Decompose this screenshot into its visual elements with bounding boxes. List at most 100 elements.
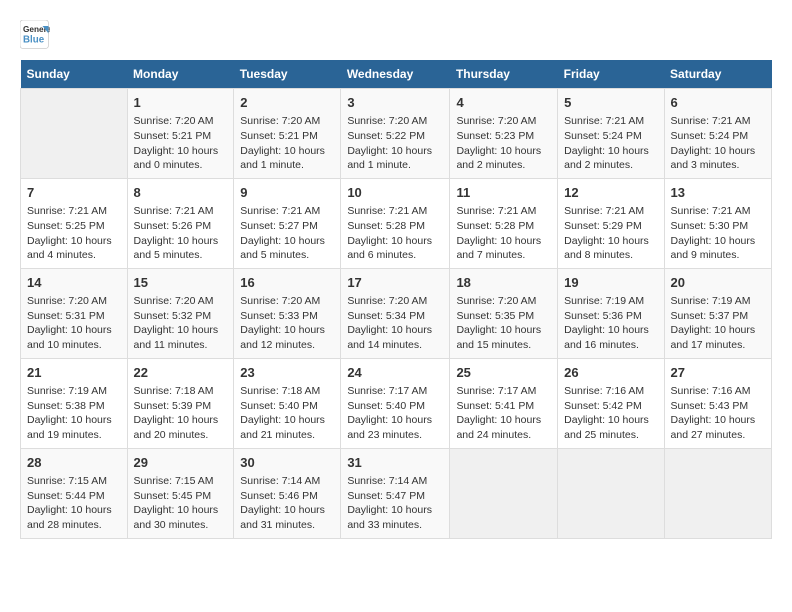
calendar-cell: 18 Sunrise: 7:20 AM Sunset: 5:35 PM Dayli… bbox=[450, 268, 558, 358]
week-row-1: 1 Sunrise: 7:20 AM Sunset: 5:21 PM Daylig… bbox=[21, 89, 772, 179]
header-row: SundayMondayTuesdayWednesdayThursdayFrid… bbox=[21, 60, 772, 89]
day-number: 31 bbox=[347, 454, 443, 472]
day-info: Sunrise: 7:20 AM Sunset: 5:21 PM Dayligh… bbox=[134, 114, 228, 173]
calendar-cell: 15 Sunrise: 7:20 AM Sunset: 5:32 PM Dayli… bbox=[127, 268, 234, 358]
calendar-cell: 31 Sunrise: 7:14 AM Sunset: 5:47 PM Dayli… bbox=[341, 448, 450, 538]
calendar-cell: 4 Sunrise: 7:20 AM Sunset: 5:23 PM Daylig… bbox=[450, 89, 558, 179]
day-number: 19 bbox=[564, 274, 657, 292]
day-number: 18 bbox=[456, 274, 551, 292]
calendar-cell: 22Sunrise: 7:18 AM Sunset: 5:39 PM Dayli… bbox=[127, 358, 234, 448]
calendar-cell: 7 Sunrise: 7:21 AM Sunset: 5:25 PM Daylig… bbox=[21, 178, 128, 268]
week-row-4: 21 Sunrise: 7:19 AM Sunset: 5:38 PM Dayli… bbox=[21, 358, 772, 448]
day-info: Sunrise: 7:16 AM Sunset: 5:43 PM Dayligh… bbox=[671, 384, 765, 443]
header-saturday: Saturday bbox=[664, 60, 771, 89]
calendar-cell: 19 Sunrise: 7:19 AM Sunset: 5:36 PM Dayli… bbox=[558, 268, 664, 358]
day-info: Sunrise: 7:20 AM Sunset: 5:21 PM Dayligh… bbox=[240, 114, 334, 173]
header-thursday: Thursday bbox=[450, 60, 558, 89]
calendar-cell: 25 Sunrise: 7:17 AM Sunset: 5:41 PM Dayli… bbox=[450, 358, 558, 448]
header-friday: Friday bbox=[558, 60, 664, 89]
day-number: 17 bbox=[347, 274, 443, 292]
day-number: 29 bbox=[134, 454, 228, 472]
day-number: 1 bbox=[134, 94, 228, 112]
svg-text:Blue: Blue bbox=[23, 35, 45, 46]
day-number: 24 bbox=[347, 364, 443, 382]
calendar-cell: 21 Sunrise: 7:19 AM Sunset: 5:38 PM Dayli… bbox=[21, 358, 128, 448]
calendar-cell bbox=[558, 448, 664, 538]
calendar-cell: 16Sunrise: 7:20 AM Sunset: 5:33 PM Dayli… bbox=[234, 268, 341, 358]
header-tuesday: Tuesday bbox=[234, 60, 341, 89]
day-info: Sunrise: 7:21 AM Sunset: 5:28 PM Dayligh… bbox=[347, 204, 443, 263]
day-number: 22 bbox=[134, 364, 228, 382]
day-number: 20 bbox=[671, 274, 765, 292]
header-sunday: Sunday bbox=[21, 60, 128, 89]
day-info: Sunrise: 7:17 AM Sunset: 5:40 PM Dayligh… bbox=[347, 384, 443, 443]
day-number: 5 bbox=[564, 94, 657, 112]
calendar-cell: 24 Sunrise: 7:17 AM Sunset: 5:40 PM Dayli… bbox=[341, 358, 450, 448]
day-info: Sunrise: 7:14 AM Sunset: 5:47 PM Dayligh… bbox=[347, 474, 443, 533]
calendar-table: SundayMondayTuesdayWednesdayThursdayFrid… bbox=[20, 60, 772, 539]
day-info: Sunrise: 7:14 AM Sunset: 5:46 PM Dayligh… bbox=[240, 474, 334, 533]
calendar-cell: 5Sunrise: 7:21 AM Sunset: 5:24 PM Daylig… bbox=[558, 89, 664, 179]
day-info: Sunrise: 7:16 AM Sunset: 5:42 PM Dayligh… bbox=[564, 384, 657, 443]
logo-icon: General Blue bbox=[20, 20, 50, 50]
day-number: 8 bbox=[134, 184, 228, 202]
day-info: Sunrise: 7:18 AM Sunset: 5:40 PM Dayligh… bbox=[240, 384, 334, 443]
calendar-cell: 6 Sunrise: 7:21 AM Sunset: 5:24 PM Daylig… bbox=[664, 89, 771, 179]
day-info: Sunrise: 7:20 AM Sunset: 5:22 PM Dayligh… bbox=[347, 114, 443, 173]
calendar-cell: 9Sunrise: 7:21 AM Sunset: 5:27 PM Daylig… bbox=[234, 178, 341, 268]
day-number: 23 bbox=[240, 364, 334, 382]
calendar-cell: 29 Sunrise: 7:15 AM Sunset: 5:45 PM Dayli… bbox=[127, 448, 234, 538]
day-info: Sunrise: 7:20 AM Sunset: 5:23 PM Dayligh… bbox=[456, 114, 551, 173]
day-info: Sunrise: 7:17 AM Sunset: 5:41 PM Dayligh… bbox=[456, 384, 551, 443]
calendar-cell bbox=[664, 448, 771, 538]
day-info: Sunrise: 7:21 AM Sunset: 5:29 PM Dayligh… bbox=[564, 204, 657, 263]
day-number: 13 bbox=[671, 184, 765, 202]
day-info: Sunrise: 7:15 AM Sunset: 5:44 PM Dayligh… bbox=[27, 474, 121, 533]
day-info: Sunrise: 7:21 AM Sunset: 5:30 PM Dayligh… bbox=[671, 204, 765, 263]
day-number: 30 bbox=[240, 454, 334, 472]
day-number: 25 bbox=[456, 364, 551, 382]
day-number: 4 bbox=[456, 94, 551, 112]
day-number: 10 bbox=[347, 184, 443, 202]
page-header: General Blue bbox=[20, 20, 772, 50]
day-info: Sunrise: 7:20 AM Sunset: 5:34 PM Dayligh… bbox=[347, 294, 443, 353]
day-number: 27 bbox=[671, 364, 765, 382]
day-info: Sunrise: 7:19 AM Sunset: 5:38 PM Dayligh… bbox=[27, 384, 121, 443]
day-info: Sunrise: 7:20 AM Sunset: 5:31 PM Dayligh… bbox=[27, 294, 121, 353]
day-number: 21 bbox=[27, 364, 121, 382]
day-info: Sunrise: 7:19 AM Sunset: 5:36 PM Dayligh… bbox=[564, 294, 657, 353]
day-number: 12 bbox=[564, 184, 657, 202]
day-number: 2 bbox=[240, 94, 334, 112]
day-number: 6 bbox=[671, 94, 765, 112]
calendar-cell: 30 Sunrise: 7:14 AM Sunset: 5:46 PM Dayli… bbox=[234, 448, 341, 538]
header-monday: Monday bbox=[127, 60, 234, 89]
calendar-cell: 13 Sunrise: 7:21 AM Sunset: 5:30 PM Dayli… bbox=[664, 178, 771, 268]
day-number: 15 bbox=[134, 274, 228, 292]
calendar-cell bbox=[21, 89, 128, 179]
calendar-cell bbox=[450, 448, 558, 538]
calendar-cell: 10 Sunrise: 7:21 AM Sunset: 5:28 PM Dayli… bbox=[341, 178, 450, 268]
day-info: Sunrise: 7:20 AM Sunset: 5:33 PM Dayligh… bbox=[240, 294, 334, 353]
calendar-cell: 12 Sunrise: 7:21 AM Sunset: 5:29 PM Dayli… bbox=[558, 178, 664, 268]
calendar-cell: 20 Sunrise: 7:19 AM Sunset: 5:37 PM Dayli… bbox=[664, 268, 771, 358]
day-number: 3 bbox=[347, 94, 443, 112]
day-info: Sunrise: 7:20 AM Sunset: 5:32 PM Dayligh… bbox=[134, 294, 228, 353]
logo: General Blue bbox=[20, 20, 54, 50]
day-number: 26 bbox=[564, 364, 657, 382]
week-row-2: 7 Sunrise: 7:21 AM Sunset: 5:25 PM Daylig… bbox=[21, 178, 772, 268]
calendar-cell: 26 Sunrise: 7:16 AM Sunset: 5:42 PM Dayli… bbox=[558, 358, 664, 448]
day-info: Sunrise: 7:15 AM Sunset: 5:45 PM Dayligh… bbox=[134, 474, 228, 533]
day-number: 7 bbox=[27, 184, 121, 202]
calendar-cell: 17 Sunrise: 7:20 AM Sunset: 5:34 PM Dayli… bbox=[341, 268, 450, 358]
calendar-cell: 11Sunrise: 7:21 AM Sunset: 5:28 PM Dayli… bbox=[450, 178, 558, 268]
day-info: Sunrise: 7:20 AM Sunset: 5:35 PM Dayligh… bbox=[456, 294, 551, 353]
calendar-cell: 23 Sunrise: 7:18 AM Sunset: 5:40 PM Dayli… bbox=[234, 358, 341, 448]
day-info: Sunrise: 7:21 AM Sunset: 5:26 PM Dayligh… bbox=[134, 204, 228, 263]
calendar-cell: 27 Sunrise: 7:16 AM Sunset: 5:43 PM Dayli… bbox=[664, 358, 771, 448]
calendar-cell: 14Sunrise: 7:20 AM Sunset: 5:31 PM Dayli… bbox=[21, 268, 128, 358]
day-info: Sunrise: 7:19 AM Sunset: 5:37 PM Dayligh… bbox=[671, 294, 765, 353]
header-wednesday: Wednesday bbox=[341, 60, 450, 89]
day-info: Sunrise: 7:21 AM Sunset: 5:28 PM Dayligh… bbox=[456, 204, 551, 263]
day-info: Sunrise: 7:21 AM Sunset: 5:24 PM Dayligh… bbox=[671, 114, 765, 173]
day-info: Sunrise: 7:21 AM Sunset: 5:25 PM Dayligh… bbox=[27, 204, 121, 263]
